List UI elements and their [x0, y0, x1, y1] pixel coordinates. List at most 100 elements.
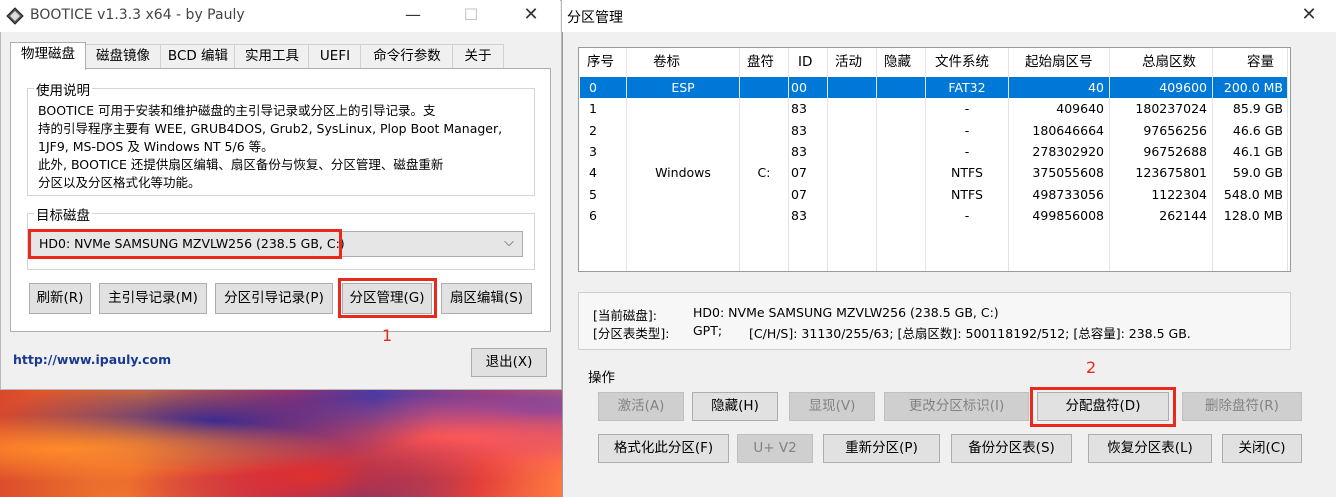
- cell-total-sectors: 97656256: [1143, 122, 1207, 138]
- table-row[interactable]: 3 83 - 278302920 96752688 46.1 GB: [579, 141, 1290, 162]
- table-row[interactable]: 0 ESP 00 FAT32 40 409600 200.0 MB: [579, 77, 1290, 98]
- cell-start-sector: 180646664: [1032, 122, 1104, 138]
- website-link[interactable]: http://www.ipauly.com: [13, 352, 171, 367]
- cell-total-sectors: 96752688: [1143, 143, 1207, 159]
- format-partition-button[interactable]: 格式化此分区(F): [598, 434, 729, 463]
- col-header-hidden[interactable]: 隐藏: [884, 48, 911, 76]
- cell-id: 07: [791, 165, 807, 181]
- main-titlebar: BOOTICE v1.3.3 x64 - by Pauly — ☐ ✕: [0, 0, 560, 32]
- table-type-label: [分区表类型]:: [593, 326, 670, 341]
- col-header-capacity[interactable]: 容量: [1247, 48, 1274, 76]
- minimize-button[interactable]: —: [390, 0, 436, 32]
- cell-label: [627, 98, 739, 119]
- close-button[interactable]: ✕: [508, 0, 554, 32]
- backup-table-button[interactable]: 备份分区表(S): [951, 434, 1072, 463]
- cell-index: 2: [589, 122, 597, 138]
- cell-letter: [740, 141, 788, 162]
- cell-active: [828, 141, 876, 162]
- table-row[interactable]: 6 83 - 499856008 262144 128.0 MB: [579, 205, 1290, 226]
- refresh-button[interactable]: 刷新(R): [29, 283, 91, 314]
- cell-total-sectors: 180237024: [1135, 101, 1207, 117]
- cell-start-sector: 40: [1088, 80, 1104, 95]
- maximize-button[interactable]: ☐: [448, 0, 494, 32]
- cell-start-sector: 499856008: [1032, 207, 1104, 223]
- tab-about[interactable]: 关于: [452, 44, 504, 69]
- usage-description: BOOTICE 可用于安装和维护磁盘的主引导记录或分区上的引导记录。支 持的引导…: [38, 102, 538, 192]
- pbr-button[interactable]: 分区引导记录(P): [215, 283, 333, 314]
- cell-filesystem: NTFS: [951, 165, 983, 181]
- table-row[interactable]: 5 07 NTFS 498733056 1122304 548.0 MB: [579, 184, 1290, 205]
- change-id-button[interactable]: 更改分区标识(I): [884, 392, 1029, 421]
- partition-manager-title: 分区管理: [567, 10, 623, 26]
- cell-letter: [740, 77, 788, 98]
- exit-button[interactable]: 退出(X): [471, 348, 547, 377]
- cell-start-sector: 278302920: [1032, 143, 1104, 159]
- cell-start-sector: 498733056: [1032, 186, 1104, 202]
- col-header-filesystem[interactable]: 文件系统: [935, 48, 989, 76]
- cell-filesystem: -: [964, 143, 970, 159]
- cell-active: [828, 120, 876, 141]
- step-marker-1: 1: [382, 326, 393, 345]
- cell-total-sectors: 262144: [1159, 207, 1207, 223]
- cell-capacity: 200.0 MB: [1223, 80, 1283, 95]
- cell-index: 4: [589, 165, 597, 181]
- cell-capacity: 128.0 MB: [1223, 207, 1283, 223]
- cell-start-sector: 375055608: [1032, 165, 1104, 181]
- cell-id: 83: [791, 143, 807, 159]
- close-button[interactable]: ✕: [1286, 0, 1332, 32]
- partition-manager-titlebar: 分区管理 ✕: [562, 0, 1336, 32]
- table-row[interactable]: 1 83 - 409640 180237024 85.9 GB: [579, 98, 1290, 119]
- mbr-button[interactable]: 主引导记录(M): [99, 283, 207, 314]
- cell-total-sectors: 409600: [1159, 80, 1207, 95]
- highlight-assign-letter: [1030, 387, 1176, 427]
- cell-filesystem: -: [964, 122, 970, 138]
- chevron-down-icon: ⌵: [504, 235, 514, 250]
- sector-edit-button[interactable]: 扇区编辑(S): [441, 283, 532, 314]
- main-window-title: BOOTICE v1.3.3 x64 - by Pauly: [30, 7, 245, 23]
- restore-table-button[interactable]: 恢复分区表(L): [1088, 434, 1212, 463]
- cell-label: [627, 141, 739, 162]
- col-header-label[interactable]: 卷标: [653, 48, 680, 76]
- col-header-id[interactable]: ID: [798, 48, 812, 76]
- tab-bcd-edit[interactable]: BCD 编辑: [160, 44, 236, 69]
- cell-filesystem: -: [964, 207, 970, 223]
- disk-geometry: [C/H/S]: 31130/255/63; [总扇区数]: 500118192…: [749, 326, 1191, 341]
- tab-cmdline[interactable]: 命令行参数: [360, 44, 454, 69]
- cell-hidden: [877, 141, 925, 162]
- close-dialog-button[interactable]: 关闭(C): [1222, 434, 1302, 463]
- col-header-letter[interactable]: 盘符: [747, 48, 774, 76]
- show-button[interactable]: 显现(V): [789, 392, 875, 421]
- cell-index: 1: [589, 101, 597, 117]
- hide-button[interactable]: 隐藏(H): [692, 392, 778, 421]
- cell-label: Windows: [655, 165, 711, 181]
- col-header-start-sector[interactable]: 起始扇区号: [1025, 48, 1093, 76]
- highlight-target-disk: [28, 229, 342, 259]
- col-header-index[interactable]: 序号: [587, 48, 614, 76]
- cell-filesystem: FAT32: [948, 80, 986, 95]
- cell-index: 0: [589, 80, 597, 95]
- cell-total-sectors: 123675801: [1135, 165, 1207, 181]
- tab-physical-disk[interactable]: 物理磁盘: [10, 42, 86, 70]
- cell-capacity: 548.0 MB: [1223, 186, 1283, 202]
- target-disk-label: 目标磁盘: [34, 204, 92, 224]
- tab-utilities[interactable]: 实用工具: [234, 44, 310, 69]
- cell-start-sector: 409640: [1056, 101, 1104, 117]
- cell-hidden: [877, 120, 925, 141]
- cell-letter: [740, 205, 788, 226]
- col-header-active[interactable]: 活动: [835, 48, 862, 76]
- table-row[interactable]: 2 83 - 180646664 97656256 46.6 GB: [579, 120, 1290, 141]
- usage-line: 1JF9, MS-DOS 及 Windows NT 5/6 等。: [38, 139, 274, 154]
- repartition-button[interactable]: 重新分区(P): [823, 434, 940, 463]
- activate-button[interactable]: 激活(A): [598, 392, 684, 421]
- step-marker-2: 2: [1086, 358, 1097, 377]
- tab-uefi[interactable]: UEFI: [308, 44, 362, 69]
- uv2-button[interactable]: U+ V2: [737, 434, 813, 463]
- col-header-total-sectors[interactable]: 总扇区数: [1142, 48, 1196, 76]
- cell-capacity: 85.9 GB: [1232, 101, 1283, 117]
- tab-disk-image[interactable]: 磁盘镜像: [84, 44, 162, 69]
- cell-capacity: 46.1 GB: [1232, 143, 1283, 159]
- table-row[interactable]: 4 Windows C: 07 NTFS 375055608 123675801 59.0 G…: [579, 162, 1290, 183]
- operations-label: 操作: [588, 370, 615, 386]
- partition-table[interactable]: 序号 卷标 盘符 ID 活动 隐藏 文件系统 起始扇区号 总扇区数 容量 0 ES…: [578, 47, 1291, 272]
- remove-letter-button[interactable]: 删除盘符(R): [1182, 392, 1302, 421]
